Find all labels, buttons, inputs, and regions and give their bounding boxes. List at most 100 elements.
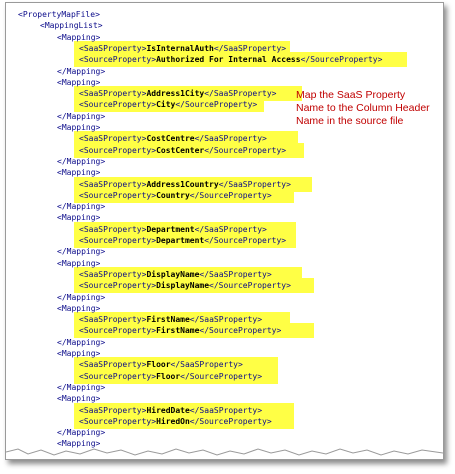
source-close-tag: </SourceProperty>	[189, 416, 272, 426]
source-open-tag: <SourceProperty>	[79, 55, 157, 65]
source-property-value: CostCenter	[156, 145, 205, 155]
source-property-value: Department	[156, 236, 205, 245]
tag-text: <Mapping>	[57, 258, 101, 268]
source-property-line: <SourceProperty>FirstName</SourcePropert…	[74, 323, 314, 339]
saas-property-value: CostCentre	[146, 134, 195, 144]
source-close-tag: </SourceProperty>	[204, 145, 287, 155]
tag-text: <Mapping>	[57, 213, 101, 223]
saas-property-line: <SaaSProperty>DisplayName</SaaSProperty>	[74, 266, 302, 282]
source-open-tag: <SourceProperty>	[79, 145, 157, 155]
saas-close-tag: </SaaSProperty>	[204, 89, 277, 99]
mapping-close-tag: </Mapping>	[57, 201, 105, 212]
saas-open-tag: <SaaSProperty>	[79, 405, 147, 415]
source-property-value: HiredOn	[156, 416, 190, 426]
source-close-tag: </SourceProperty>	[180, 371, 263, 381]
saas-property-value: Floor	[146, 360, 171, 370]
source-open-tag: <SourceProperty>	[79, 100, 157, 110]
saas-open-tag: <SaaSProperty>	[79, 89, 147, 99]
annotation-callout: Map the SaaS Property Name to the Column…	[296, 89, 430, 127]
mapping-open-tag: <Mapping>	[57, 212, 100, 223]
saas-open-tag: <SaaSProperty>	[79, 269, 147, 279]
tag-text: <Mapping>	[57, 168, 101, 178]
mapping-open-tag: <Mapping>	[57, 258, 100, 269]
root-open-tag: <PropertyMapFile>	[18, 9, 100, 20]
tag-text: </Mapping>	[57, 66, 106, 76]
tag-text: <Mapping>	[57, 394, 101, 404]
saas-close-tag: </SaaSProperty>	[189, 315, 263, 325]
source-property-value: City	[156, 100, 176, 110]
saas-property-value: IsInternalAuth	[146, 43, 214, 53]
mapping-open-tag: <Mapping>	[57, 303, 100, 314]
saas-close-tag: </SaaSProperty>	[213, 43, 287, 53]
mapping-close-tag: </Mapping>	[57, 111, 105, 122]
saas-property-line: <SaaSProperty>Address1Country</SaaSPrope…	[74, 176, 312, 192]
saas-property-value: Address1City	[146, 89, 205, 99]
tag-text: </Mapping>	[57, 202, 106, 212]
tag-text: <MappingList>	[40, 21, 103, 31]
source-property-value: FirstName	[156, 326, 200, 336]
tag-text: <Mapping>	[57, 77, 101, 87]
tag-text: </Mapping>	[57, 247, 106, 257]
source-close-tag: </SourceProperty>	[204, 236, 287, 245]
source-close-tag: </SourceProperty>	[199, 326, 282, 336]
source-open-tag: <SourceProperty>	[79, 416, 157, 426]
source-open-tag: <SourceProperty>	[79, 371, 157, 381]
saas-open-tag: <SaaSProperty>	[79, 224, 147, 234]
saas-close-tag: </SaaSProperty>	[194, 224, 267, 234]
tag-text: </Mapping>	[57, 428, 106, 438]
saas-close-tag: </SaaSProperty>	[199, 269, 272, 279]
source-property-line: <SourceProperty>Authorized For Internal …	[74, 52, 407, 68]
source-close-tag: </SourceProperty>	[175, 100, 258, 110]
source-property-line: <SourceProperty>CostCenter</SourceProper…	[74, 142, 304, 158]
source-property-line: <SourceProperty>HiredOn</SourceProperty>	[74, 413, 294, 429]
source-close-tag: </SourceProperty>	[209, 281, 291, 291]
mapping-close-tag: </Mapping>	[57, 66, 105, 77]
mapping-list-open-tag: <MappingList>	[40, 20, 103, 31]
mapping-open-tag: <Mapping>	[57, 393, 100, 404]
mapping-close-tag: </Mapping>	[57, 382, 105, 393]
mapping-open-tag: <Mapping>	[57, 348, 100, 359]
saas-property-line: <SaaSProperty>IsInternalAuth</SaaSProper…	[74, 40, 290, 56]
saas-property-value: FirstName	[146, 315, 190, 325]
saas-property-line: <SaaSProperty>Address1City</SaaSProperty…	[74, 86, 302, 102]
saas-property-line: <SaaSProperty>FirstName</SaaSProperty>	[74, 312, 290, 328]
tag-text: </Mapping>	[57, 111, 106, 121]
tag-text: </Mapping>	[57, 292, 106, 302]
source-property-line: <SourceProperty>Floor</SourceProperty>	[74, 368, 278, 384]
source-open-tag: <SourceProperty>	[79, 281, 157, 291]
saas-open-tag: <SaaSProperty>	[79, 360, 147, 370]
source-property-line: <SourceProperty>City</SourceProperty>	[74, 97, 264, 113]
mapping-close-tag: </Mapping>	[57, 156, 105, 167]
mapping-close-tag: </Mapping>	[57, 337, 105, 348]
saas-close-tag: </SaaSProperty>	[218, 179, 291, 189]
mapping-close-tag: </Mapping>	[57, 246, 105, 257]
source-open-tag: <SourceProperty>	[79, 190, 157, 200]
mapping-open-tag: <Mapping>	[57, 122, 100, 133]
tag-text: <Mapping>	[57, 349, 101, 358]
mapping-open-tag: <Mapping>	[57, 77, 100, 88]
saas-close-tag: </SaaSProperty>	[189, 405, 263, 415]
source-property-value: Authorized For Internal Access	[156, 55, 301, 65]
mapping-open-tag: <Mapping>	[57, 438, 100, 449]
source-open-tag: <SourceProperty>	[79, 326, 157, 336]
saas-open-tag: <SaaSProperty>	[79, 43, 147, 53]
tag-text: </Mapping>	[57, 337, 106, 347]
tag-text: <Mapping>	[57, 32, 101, 42]
source-property-value: DisplayName	[156, 281, 210, 291]
source-property-line: <SourceProperty>Department</SourceProper…	[74, 233, 296, 248]
mapping-open-tag: <Mapping>	[57, 167, 100, 178]
saas-property-line: <SaaSProperty>Department</SaaSProperty>	[74, 221, 296, 237]
saas-close-tag: </SaaSProperty>	[194, 134, 267, 144]
saas-property-line: <SaaSProperty>Floor</SaaSProperty>	[74, 357, 278, 373]
mapping-close-tag: </Mapping>	[57, 427, 105, 438]
saas-open-tag: <SaaSProperty>	[79, 315, 147, 325]
source-open-tag: <SourceProperty>	[79, 236, 157, 245]
saas-property-line: <SaaSProperty>CostCentre</SaaSProperty>	[74, 131, 298, 147]
xml-document-frame: <PropertyMapFile> <MappingList> <Mapping> <…	[5, 2, 444, 460]
saas-property-value: Address1Country	[146, 179, 219, 189]
source-close-tag: </SourceProperty>	[189, 190, 272, 200]
saas-close-tag: </SaaSProperty>	[170, 360, 243, 370]
source-property-value: Country	[156, 190, 190, 200]
source-property-line: <SourceProperty>Country</SourceProperty>	[74, 187, 294, 203]
tag-text: <Mapping>	[57, 303, 101, 313]
